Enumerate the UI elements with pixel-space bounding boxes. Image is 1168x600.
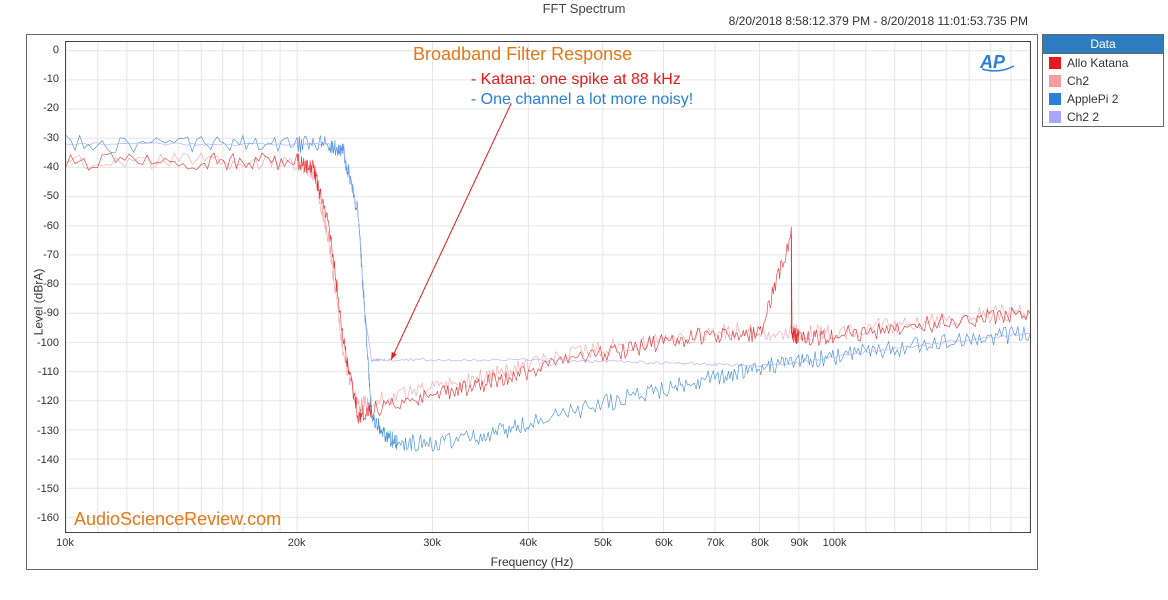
legend-label: Ch2 [1067, 74, 1089, 88]
y-tick-label: 0 [53, 44, 59, 56]
y-tick-label: -20 [43, 102, 59, 114]
x-tick-label: 60k [655, 537, 673, 549]
legend-item: Ch2 2 [1043, 108, 1163, 126]
annotation-line2: - One channel a lot more noisy! [471, 91, 693, 109]
y-tick-label: -10 [43, 73, 59, 85]
plot-area: Level (dBrA) 0-10-20-30-40-50-60-70-80-9… [26, 34, 1038, 570]
x-tick-label: 20k [288, 537, 306, 549]
x-axis-label: Frequency (Hz) [491, 555, 574, 569]
legend-swatch [1049, 111, 1061, 123]
y-tick-label: -140 [37, 454, 59, 466]
legend-item: ApplePi 2 [1043, 90, 1163, 108]
legend: Data Allo Katana Ch2 ApplePi 2 Ch2 2 [1042, 34, 1164, 127]
legend-item: Ch2 [1043, 72, 1163, 90]
y-tick-label: -150 [37, 483, 59, 495]
y-tick-label: -130 [37, 425, 59, 437]
chart-frame: FFT Spectrum 8/20/2018 8:58:12.379 PM - … [0, 0, 1168, 600]
y-tick-label: -90 [43, 307, 59, 319]
plot-inner: Broadband Filter Response - Katana: one … [65, 41, 1031, 533]
legend-swatch [1049, 93, 1061, 105]
annotation-line1: - Katana: one spike at 88 kHz [471, 71, 681, 89]
y-tick-label: -70 [43, 249, 59, 261]
x-tick-label: 50k [594, 537, 612, 549]
annotation-title: Broadband Filter Response [413, 44, 632, 65]
y-tick-label: -160 [37, 512, 59, 524]
x-tick-label: 100k [823, 537, 847, 549]
legend-swatch [1049, 57, 1061, 69]
x-tick-label: 90k [790, 537, 808, 549]
x-tick-label: 70k [706, 537, 724, 549]
y-tick-label: -80 [43, 278, 59, 290]
ap-logo: AP [980, 52, 1018, 75]
timestamp: 8/20/2018 8:58:12.379 PM - 8/20/2018 11:… [729, 14, 1028, 28]
plot-svg [66, 42, 1030, 532]
x-tick-label: 80k [751, 537, 769, 549]
y-ticks: 0 -10 -20 -30 -40 -50 -60 -70 -80 -90 -100 -110 -120… [27, 41, 63, 533]
legend-label: ApplePi 2 [1067, 92, 1118, 106]
y-tick-label: -40 [43, 161, 59, 173]
legend-item: Allo Katana [1043, 54, 1163, 72]
y-tick-label: -120 [37, 395, 59, 407]
legend-swatch [1049, 75, 1061, 87]
x-tick-label: 10k [56, 537, 74, 549]
legend-header: Data [1043, 35, 1163, 54]
y-tick-label: -60 [43, 220, 59, 232]
x-tick-label: 30k [423, 537, 441, 549]
legend-label: Ch2 2 [1067, 110, 1099, 124]
y-tick-label: -50 [43, 190, 59, 202]
y-tick-label: -30 [43, 132, 59, 144]
watermark: AudioScienceReview.com [74, 509, 281, 530]
y-tick-label: -110 [38, 366, 59, 378]
y-tick-label: -100 [37, 337, 59, 349]
x-tick-label: 40k [519, 537, 537, 549]
legend-label: Allo Katana [1067, 56, 1128, 70]
